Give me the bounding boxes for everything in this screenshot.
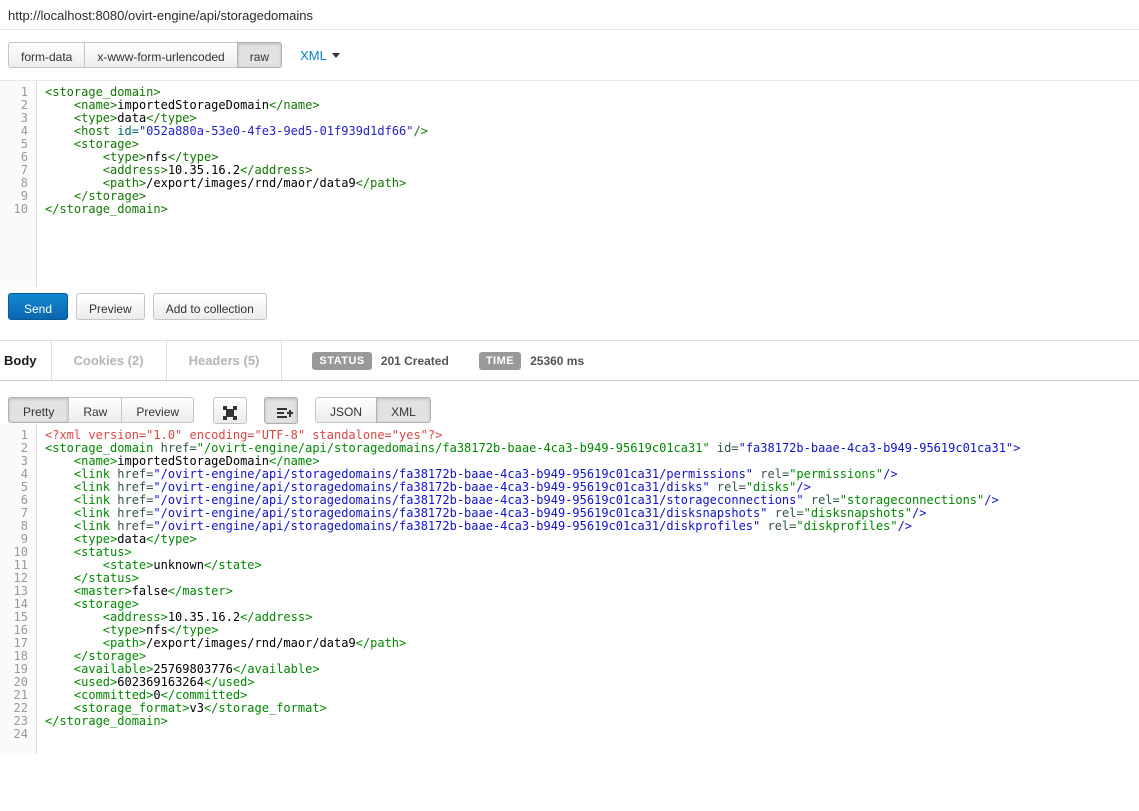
code-line: 22 <storage_format>v3</storage_format> — [0, 702, 1139, 715]
format-lines-button[interactable] — [264, 397, 298, 424]
code-line: 24 — [0, 728, 1139, 741]
response-toolbar: Pretty Raw Preview JSON XML — [0, 381, 1139, 424]
response-meta: STATUS 201 Created TIME 25360 ms — [312, 341, 584, 380]
line-number: 8 — [0, 520, 36, 533]
line-number: 7 — [0, 507, 36, 520]
line-number: 2 — [0, 99, 36, 112]
time-badge: TIME — [479, 352, 521, 370]
line-number: 6 — [0, 494, 36, 507]
line-number: 5 — [0, 481, 36, 494]
body-type-tab-group: form-data x-www-form-urlencoded raw — [8, 42, 282, 68]
line-number: 7 — [0, 164, 36, 177]
view-raw-button[interactable]: Raw — [68, 397, 122, 423]
line-number: 4 — [0, 468, 36, 481]
view-pretty-button[interactable]: Pretty — [8, 397, 69, 423]
tab-cookies[interactable]: Cookies (2) — [52, 341, 167, 380]
preview-button[interactable]: Preview — [76, 293, 145, 320]
format-xml-button[interactable]: XML — [376, 397, 431, 423]
time-value: 25360 ms — [530, 354, 584, 368]
view-mode-group: Pretty Raw Preview — [8, 397, 194, 423]
line-number: 24 — [0, 728, 36, 741]
code-line: 9 </storage> — [0, 190, 1139, 203]
line-number: 8 — [0, 177, 36, 190]
send-button[interactable]: Send — [8, 293, 68, 320]
raw-type-selector[interactable]: XML — [300, 42, 340, 63]
code-line: 11 <state>unknown</state> — [0, 559, 1139, 572]
format-json-button[interactable]: JSON — [315, 397, 377, 423]
fullscreen-icon — [226, 409, 234, 417]
response-tabs-row: Body Cookies (2) Headers (5) STATUS 201 … — [0, 340, 1139, 381]
url-bar[interactable]: http://localhost:8080/ovirt-engine/api/s… — [0, 0, 1139, 30]
add-to-collection-button[interactable]: Add to collection — [153, 293, 267, 320]
code-line: 13 <master>false</master> — [0, 585, 1139, 598]
request-body-editor[interactable]: 1<storage_domain>2 <name>importedStorage… — [0, 80, 1139, 287]
request-actions-row: Send Preview Add to collection — [0, 287, 1139, 340]
tab-headers[interactable]: Headers (5) — [167, 341, 283, 380]
fullscreen-button[interactable] — [213, 397, 247, 424]
tab-x-www-form-urlencoded[interactable]: x-www-form-urlencoded — [84, 42, 237, 68]
request-url[interactable]: http://localhost:8080/ovirt-engine/api/s… — [8, 8, 313, 23]
code-line: 9 <type>data</type> — [0, 533, 1139, 546]
line-number: 6 — [0, 151, 36, 164]
raw-type-label[interactable]: XML — [300, 48, 327, 63]
code-line: 23</storage_domain> — [0, 715, 1139, 728]
tab-body[interactable]: Body — [0, 341, 52, 380]
code-line: 10</storage_domain> — [0, 203, 1139, 216]
code-line: 4 <host id="052a880a-53e0-4fe3-9ed5-01f9… — [0, 125, 1139, 138]
tab-raw[interactable]: raw — [237, 42, 282, 68]
format-lines-icon — [277, 408, 285, 419]
view-preview-button[interactable]: Preview — [121, 397, 194, 423]
tab-form-data[interactable]: form-data — [8, 42, 85, 68]
code-line: 17 <path>/export/images/rnd/maor/data9</… — [0, 637, 1139, 650]
line-number: 1 — [0, 86, 36, 99]
chevron-down-icon — [332, 53, 340, 58]
format-mode-group: JSON XML — [315, 397, 431, 423]
line-number: 1 — [0, 429, 36, 442]
code-line: 8 <path>/export/images/rnd/maor/data9</p… — [0, 177, 1139, 190]
line-number: 4 — [0, 125, 36, 138]
line-number: 10 — [0, 203, 36, 216]
line-number: 3 — [0, 112, 36, 125]
body-type-row: form-data x-www-form-urlencoded raw XML — [0, 30, 1139, 80]
line-number: 2 — [0, 442, 36, 455]
response-body-viewer[interactable]: 1<?xml version="1.0" encoding="UTF-8" st… — [0, 424, 1139, 754]
line-number: 5 — [0, 138, 36, 151]
status-badge: STATUS — [312, 352, 371, 370]
status-value: 201 Created — [381, 354, 449, 368]
line-number: 3 — [0, 455, 36, 468]
